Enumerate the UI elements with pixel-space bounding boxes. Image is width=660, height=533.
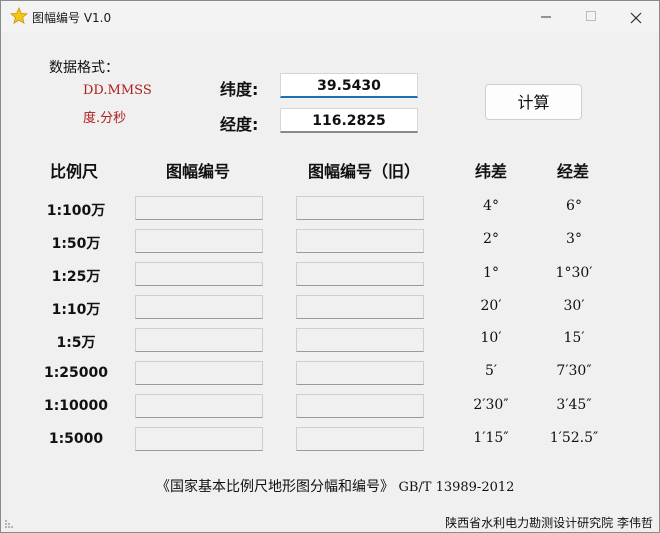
maximize-button[interactable] [568,1,614,32]
latitude-input[interactable]: 39.5430 [280,73,418,98]
longitude-label: 经度: [220,115,259,134]
calculate-button[interactable]: 计算 [485,84,582,120]
lat-diff-value: 4° [483,198,499,214]
author-credit: 陕西省水利电力勘测设计研究院 李伟哲 [445,516,653,530]
lat-diff-value: 2° [483,231,499,247]
sheet-number-field[interactable] [135,394,263,418]
sheet-number-old-field[interactable] [296,196,424,220]
header-sheet-number: 图幅编号 [166,162,231,181]
sheet-number-field[interactable] [135,196,263,220]
sheet-number-old-field[interactable] [296,361,424,385]
header-scale: 比例尺 [50,162,99,181]
latitude-label: 纬度: [220,80,259,99]
sheet-number-field[interactable] [135,427,263,451]
longitude-input[interactable]: 116.2825 [280,108,418,133]
lon-diff-value: 7′30″ [556,363,592,379]
scale-label: 1:25000 [43,365,109,381]
format-line-dms: 度.分秒 [83,111,127,126]
sheet-number-field[interactable] [135,295,263,319]
sheet-number-old-field[interactable] [296,262,424,286]
lon-diff-value: 1°30′ [555,265,593,281]
window-title: 图幅编号 V1.0 [32,11,112,25]
lon-diff-value: 1′52.5″ [549,430,599,446]
standard-reference: 《国家基本比例尺地形图分幅和编号》 GB/T 13989-2012 [156,476,514,496]
header-lat-diff: 纬差 [475,162,508,181]
lat-diff-value: 5′ [484,363,498,379]
scale-label: 1:5万 [56,335,96,351]
lat-diff-value: 1′15″ [473,430,509,446]
sheet-number-field[interactable] [135,262,263,286]
scale-label: 1:25万 [51,269,101,285]
minimize-icon [540,16,551,18]
lat-diff-value: 1° [483,265,499,281]
header-lon-diff: 经差 [557,162,590,181]
lat-diff-value: 10′ [480,330,502,346]
sheet-number-old-field[interactable] [296,328,424,352]
status-bar: 陕西省水利电力勘测设计研究院 李伟哲 [1,513,659,532]
scale-label: 1:5000 [48,431,104,447]
sheet-number-old-field[interactable] [296,427,424,451]
sheet-number-field[interactable] [135,229,263,253]
lon-diff-value: 15′ [563,330,585,346]
lat-diff-value: 2′30″ [473,397,509,413]
sheet-number-field[interactable] [135,328,263,352]
star-icon [10,7,28,25]
format-label: 数据格式： [49,60,119,76]
sheet-number-old-field[interactable] [296,295,424,319]
scale-label: 1:10000 [43,398,109,414]
lon-diff-value: 3° [566,231,582,247]
scale-label: 1:100万 [46,203,106,219]
scale-label: 1:10万 [51,302,101,318]
sheet-number-old-field[interactable] [296,394,424,418]
app-window: 图幅编号 V1.0 数据格式： DD.MMSS 度.分秒 纬度: 39.5430… [0,0,660,533]
maximize-icon [585,11,596,21]
standard-code: GB/T 13989-2012 [398,480,515,495]
lat-diff-value: 20′ [480,298,502,314]
sheet-number-old-field[interactable] [296,229,424,253]
lon-diff-value: 3′45″ [556,397,592,413]
standard-title: 《国家基本比例尺地形图分幅和编号》 [156,479,394,495]
lon-diff-value: 6° [566,198,582,214]
resize-grip-icon[interactable] [4,519,16,529]
title-bar[interactable]: 图幅编号 V1.0 [1,1,659,32]
minimize-button[interactable] [523,1,569,32]
lon-diff-value: 30′ [563,298,585,314]
format-line-decimal: DD.MMSS [83,83,152,98]
sheet-number-field[interactable] [135,361,263,385]
close-button[interactable] [613,1,659,32]
close-icon [630,12,642,23]
header-sheet-number-old: 图幅编号（旧） [308,162,421,181]
scale-label: 1:50万 [51,236,101,252]
